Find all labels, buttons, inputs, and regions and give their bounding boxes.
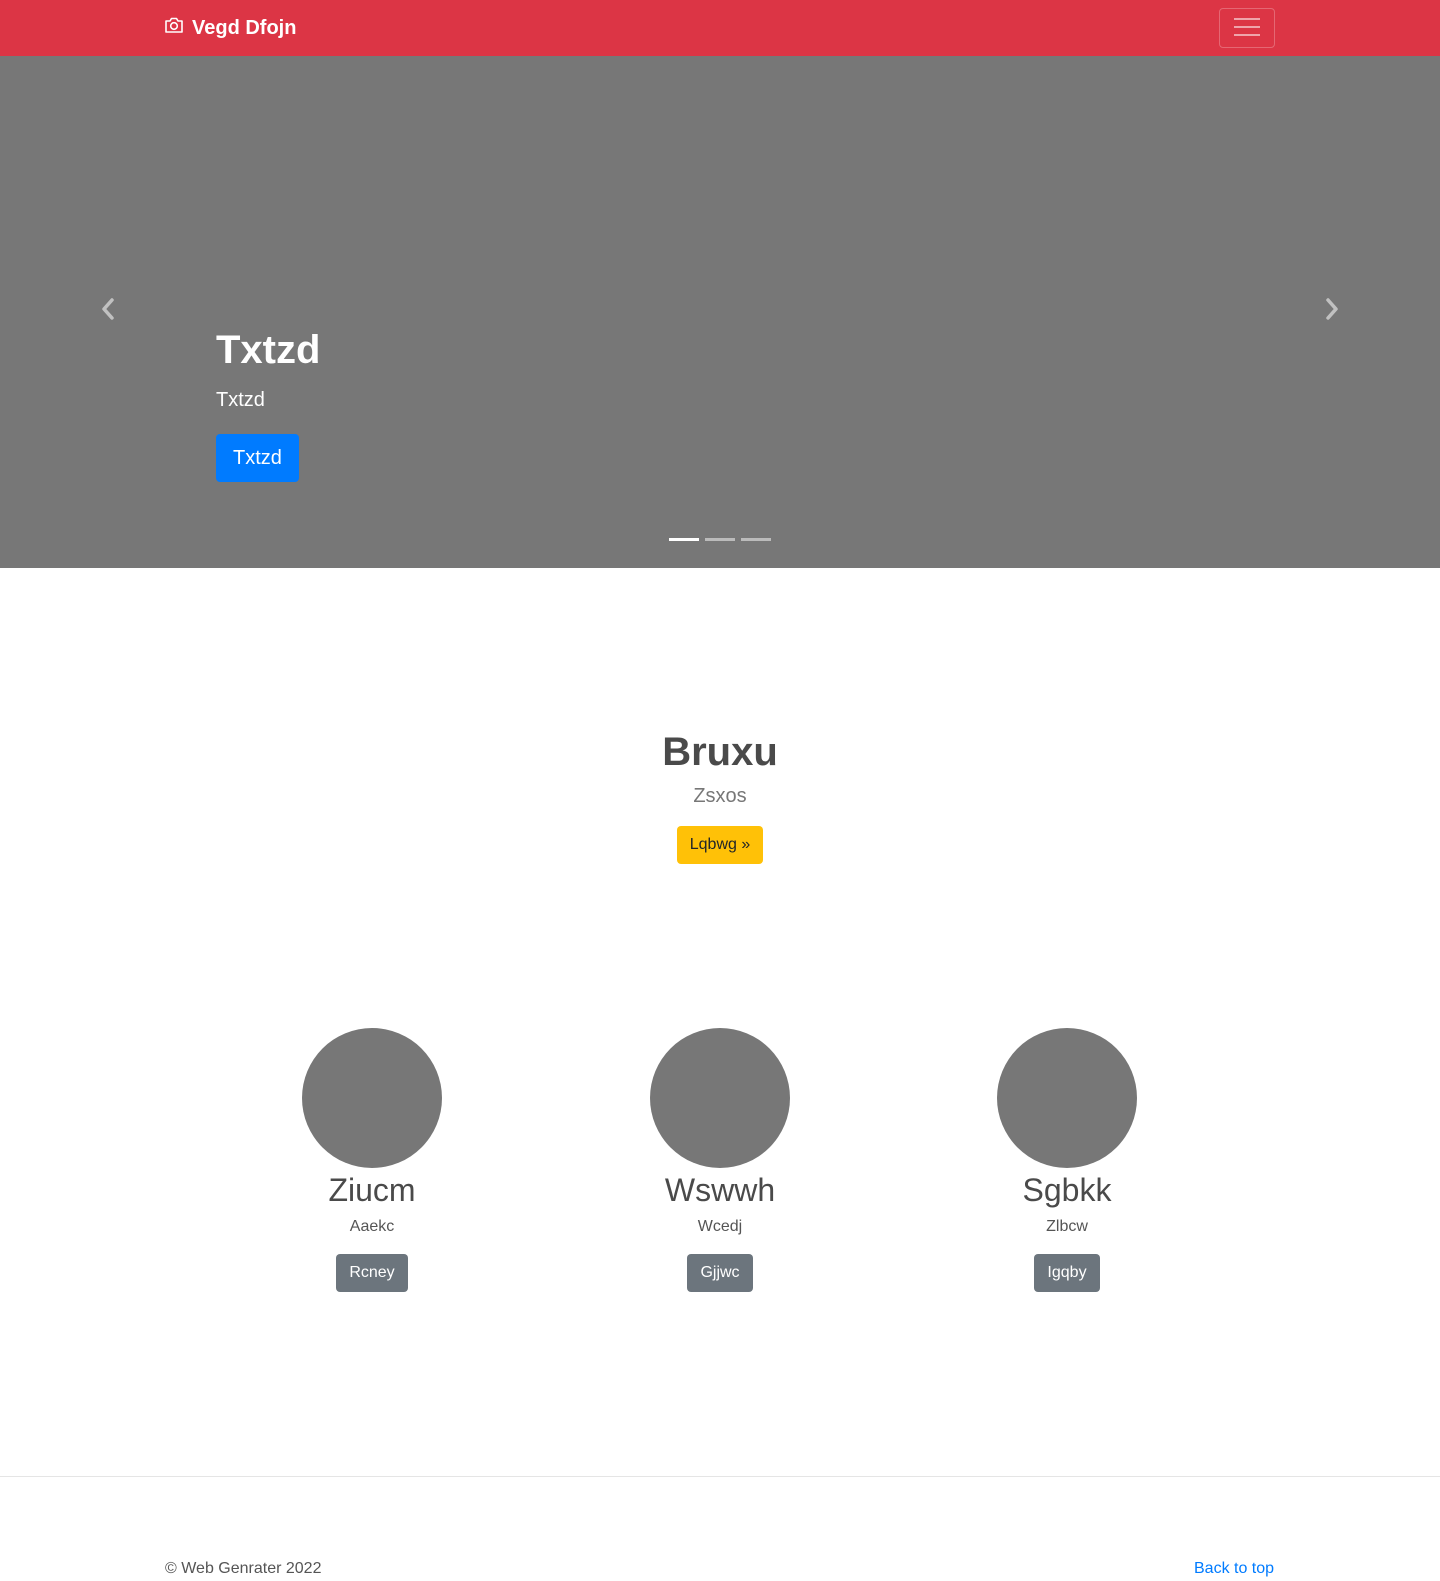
- feature-title: Wswwh: [664, 1172, 776, 1208]
- brand-link[interactable]: Vegd Dfojn: [164, 14, 296, 42]
- carousel-indicator-3[interactable]: [741, 538, 771, 541]
- feature-button[interactable]: Igqby: [1034, 1254, 1100, 1292]
- jumbotron-subtitle: Zsxos: [693, 785, 747, 807]
- feature-title: Sgbkk: [1022, 1172, 1112, 1208]
- chevron-right-icon: [1324, 297, 1340, 325]
- placeholder-image: [650, 1028, 790, 1168]
- feature-button[interactable]: Gjjwc: [687, 1254, 753, 1292]
- feature-text: Zlbcw: [1046, 1218, 1088, 1235]
- copyright-text: © Web Genrater 2022: [165, 1560, 322, 1577]
- feature-column: Wswwh Wcedj Gjjwc: [570, 1028, 870, 1292]
- feature-text: Wcedj: [697, 1218, 743, 1235]
- feature-text: Aaekc: [349, 1218, 395, 1235]
- carousel-indicators: [0, 538, 1440, 541]
- hero-carousel: Txtzd Txtzd Txtzd: [0, 56, 1440, 568]
- feature-column: Sgbkk Zlbcw Igqby: [917, 1028, 1217, 1292]
- jumbotron-button[interactable]: Lqbwg »: [676, 826, 764, 864]
- carousel-caption: Txtzd Txtzd Txtzd: [216, 326, 320, 482]
- feature-column: Ziucm Aaekc Rcney: [222, 1028, 522, 1292]
- carousel-next-button[interactable]: [1312, 286, 1352, 336]
- carousel-text: Txtzd: [216, 389, 265, 411]
- carousel-title: Txtzd: [216, 328, 321, 372]
- feature-title: Ziucm: [328, 1172, 416, 1208]
- feature-button[interactable]: Rcney: [336, 1254, 408, 1292]
- carousel-prev-button[interactable]: [88, 286, 128, 336]
- placeholder-image: [997, 1028, 1137, 1168]
- jumbotron-title: Bruxu: [662, 730, 778, 774]
- placeholder-image: [302, 1028, 442, 1168]
- carousel-indicator-2[interactable]: [705, 538, 735, 541]
- footer-divider: [0, 1476, 1440, 1477]
- navbar-toggler-button[interactable]: [1219, 8, 1275, 48]
- navbar: Vegd Dfojn: [0, 0, 1440, 56]
- chevron-left-icon: [100, 297, 116, 325]
- carousel-cta-button[interactable]: Txtzd: [216, 434, 299, 482]
- brand-name: Vegd Dfojn: [192, 16, 297, 39]
- back-to-top-link[interactable]: Back to top: [1194, 1558, 1274, 1580]
- carousel-indicator-1[interactable]: [669, 538, 699, 541]
- camera-icon: [164, 16, 192, 40]
- jumbotron: Bruxu Zsxos Lqbwg »: [0, 728, 1440, 864]
- hamburger-menu-icon: [1234, 17, 1260, 40]
